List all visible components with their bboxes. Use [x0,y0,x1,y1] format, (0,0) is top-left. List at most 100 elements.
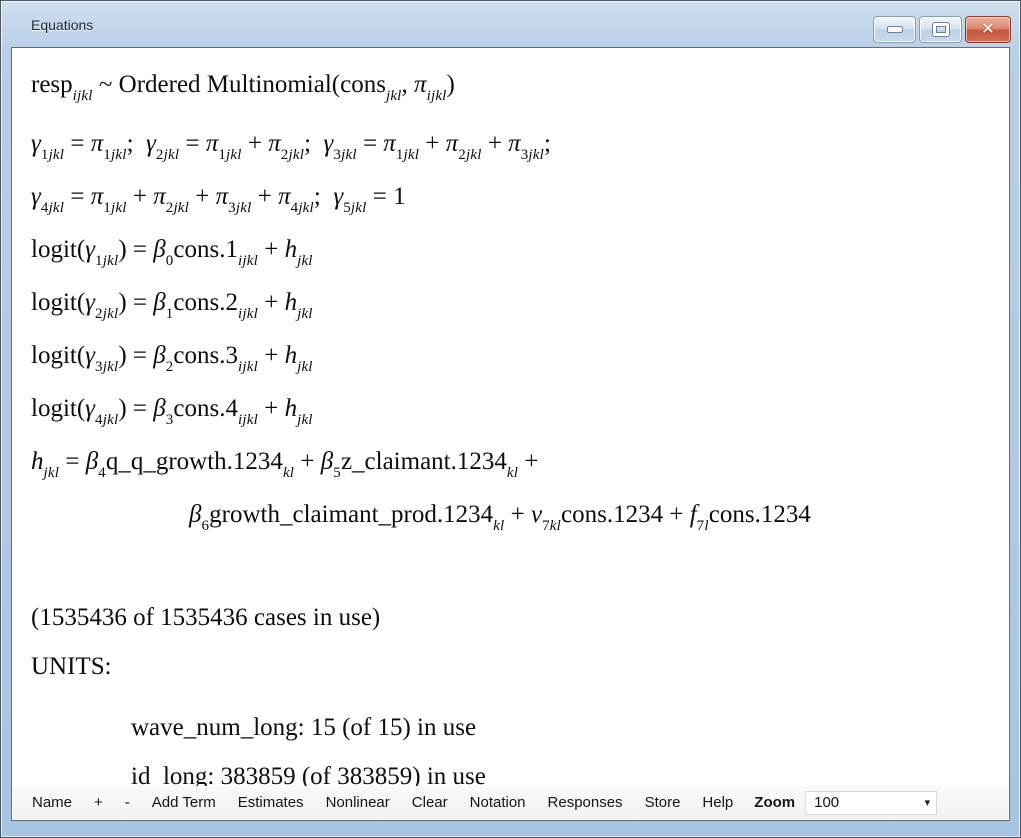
equation-segment: jkl [297,359,313,375]
equation-segment: ; [314,183,333,210]
equation-segment: cons.1234 [561,501,663,528]
toolbar-button-nonlinear[interactable]: Nonlinear [315,790,401,815]
equation-segment: + [419,130,446,157]
equation-line[interactable]: γ1jkl = π1jkl; γ2jkl = π1jkl + π2jkl; γ3… [31,119,1001,172]
equation-segment: + [518,448,538,475]
equation-segment: ijkl [238,359,258,375]
equation-line[interactable]: logit(γ4jkl) = β3cons.4ijkl + hjkl [31,384,1001,437]
equation-line[interactable]: logit(γ1jkl) = β0cons.1ijkl + hjkl [31,225,1001,278]
minimize-button[interactable] [873,16,916,43]
toolbar-button-notation[interactable]: Notation [459,790,537,815]
toolbar-button-help[interactable]: Help [691,790,744,815]
toolbar-button-name[interactable]: Name [21,790,83,815]
equation-segment: jkl [164,147,180,163]
equation-segment: ijkl [238,412,258,428]
toolbar-button-responses[interactable]: Responses [537,790,634,815]
close-button[interactable]: ✕ [965,16,1011,43]
equation-segment: h [285,342,298,369]
equation-segment: = [59,448,86,475]
equation-line[interactable]: (1535436 of 1535436 cases in use) [31,593,1001,642]
equation-segment: jkl [236,200,252,216]
equation-segment: jkl [49,200,65,216]
equation-segment: jkl [386,88,402,104]
equation-segment: = [357,130,384,157]
equation-segment: jkl [466,147,482,163]
equation-segment: β [153,236,165,263]
equation-segment: 2 [156,147,164,163]
equation-segment: jkl [288,147,304,163]
equation-segment: ijkl [238,306,258,322]
equation-segment: UNITS: [31,653,112,680]
titlebar[interactable]: Equations ✕ [1,1,1020,47]
maximize-icon [933,23,949,36]
toolbar-button-clear[interactable]: Clear [401,790,459,815]
equation-segment: q_q_growth.1234 [106,448,283,475]
equation-segment: jkl [49,147,65,163]
equation-segment: h [285,289,298,316]
equation-segment: γ [333,183,343,210]
equation-segment: jkl [44,465,60,481]
equation-area: respijkl ~ Ordered Multinomial(consjkl, … [12,48,1009,786]
equation-segment: γ [85,236,95,263]
equation-segment: , [402,71,415,98]
equation-segment: + [482,130,509,157]
equation-segment: 1 [103,200,111,216]
equation-segment: π [278,183,291,210]
equation-segment: jkl [297,306,313,322]
equation-segment: γ [31,183,41,210]
equation-segment: logit( [31,236,85,263]
toolbar-button-estimates[interactable]: Estimates [227,790,315,815]
equation-line[interactable]: logit(γ2jkl) = β1cons.2ijkl + hjkl [31,278,1001,331]
equation-segment: jkl [404,147,420,163]
equation-segment: β [86,448,98,475]
equation-segment: 0 [166,253,174,269]
toolbar-button-store[interactable]: Store [634,790,692,815]
equation-segment: h [285,236,298,263]
toolbar: Name+-Add TermEstimatesNonlinearClearNot… [13,786,1008,819]
equation-segment: π [446,130,459,157]
maximize-button[interactable] [919,16,962,43]
toolbar-button-add-term[interactable]: Add Term [141,790,227,815]
equation-segment: + [251,183,278,210]
equation-segment: ) = [118,342,153,369]
equation-segment: γ [146,130,156,157]
equation-segment: 4 [41,200,49,216]
equation-segment: π [508,130,521,157]
equation-segment: β [189,501,201,528]
equation-segment: jkl [297,412,313,428]
equation-line[interactable]: γ4jkl = π1jkl + π2jkl + π3jkl + π4jkl; γ… [31,172,1001,225]
equations-window: Equations ✕ respijkl ~ Ordered Multinomi… [0,0,1021,838]
equation-segment: 7 [542,518,550,534]
equation-segment: ~ Ordered Multinomial(cons [93,71,386,98]
equation-segment: logit( [31,289,85,316]
equation-segment: ; [544,130,551,157]
equation-segment: + [189,183,216,210]
equation-line[interactable]: wave_num_long: 15 (of 15) in use [31,703,1001,752]
equations-pane: respijkl ~ Ordered Multinomial(consjkl, … [11,47,1010,821]
equation-segment: γ [85,395,95,422]
equation-segment: jkl [226,147,242,163]
equation-segment: = 1 [367,183,406,210]
equation-segment: 1 [396,147,404,163]
equation-segment: 1 [41,147,49,163]
equation-line[interactable]: id_long: 383859 (of 383859) in use [31,752,1001,786]
equation-segment: π [414,71,427,98]
equation-line[interactable]: UNITS: [31,642,1001,691]
equation-segment: ; [127,130,146,157]
equation-segment: 2 [166,359,174,375]
equation-line[interactable]: logit(γ3jkl) = β2cons.3ijkl + hjkl [31,331,1001,384]
equation-line[interactable]: respijkl ~ Ordered Multinomial(consjkl, … [31,60,1001,113]
equation-line[interactable]: β6growth_claimant_prod.1234kl + v7klcons… [31,490,1001,543]
equation-segment: ijkl [73,88,93,104]
zoom-combobox[interactable]: 100 ▾ [805,791,937,815]
equation-segment: jkl [111,200,127,216]
equation-segment: = [64,183,91,210]
toolbar-button-[interactable]: - [114,790,141,815]
equation-segment: β [153,395,165,422]
toolbar-button-[interactable]: + [83,790,114,815]
equation-segment: = [64,130,91,157]
equation-segment: jkl [103,306,119,322]
equation-segment: z_claimant.1234 [341,448,507,475]
equation-segment: 4 [98,465,106,481]
equation-line[interactable]: hjkl = β4q_q_growth.1234kl + β5z_claiman… [31,437,1001,490]
